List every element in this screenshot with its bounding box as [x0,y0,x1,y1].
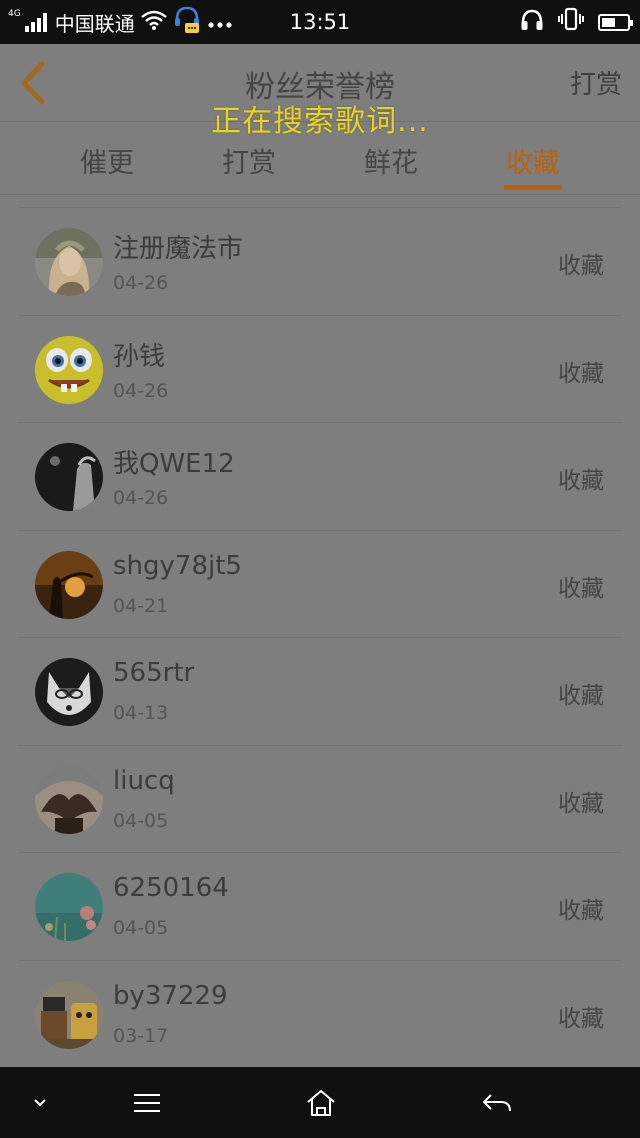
status-bar: 4G 中国联通 13:51 [0,0,640,44]
menu-icon [134,1093,160,1112]
avatar [35,980,103,1049]
favorite-label: 收藏 [558,575,604,602]
list-item[interactable]: 注册魔法市 04-26 收藏 [18,207,622,315]
status-left: 4G 中国联通 [0,5,233,40]
list-item[interactable]: shgy78jt5 04-21 收藏 [18,529,622,638]
user-date: 03-17 [113,1024,169,1047]
lyrics-search-toast: 正在搜索歌词... [211,104,429,139]
collapse-button[interactable] [20,1067,60,1138]
avatar [35,228,103,296]
user-date: 04-26 [113,272,169,294]
user-date: 04-21 [113,594,169,617]
more-dots-icon [207,10,233,34]
list-item[interactable]: 我QWE12 04-26 收藏 [18,422,622,530]
list-item[interactable]: by37229 03-17 收藏 [18,959,622,1068]
battery-icon [598,13,633,31]
tab-reward[interactable]: 打赏 [189,141,309,180]
status-right [520,7,640,38]
user-name: by37229 [113,980,228,1011]
home-button[interactable] [296,1067,346,1138]
back-nav-button[interactable] [472,1067,522,1138]
favorite-label: 收藏 [558,360,604,387]
list-item[interactable]: 6250164 04-05 收藏 [18,852,622,960]
network-type: 4G [8,8,21,19]
avatar [35,765,103,834]
list-item[interactable]: 孙钱 04-26 收藏 [18,314,622,423]
favorite-label: 收藏 [558,683,604,709]
favorite-label: 收藏 [558,790,604,817]
headset-assistant-icon [173,5,201,40]
user-name: 565rtr [113,658,195,688]
user-date: 04-26 [113,379,169,402]
back-arrow-icon [483,1093,511,1111]
vibrate-icon [558,7,584,38]
list-item[interactable]: liucq 04-05 收藏 [18,744,622,853]
user-date: 04-05 [113,917,169,939]
avatar [35,443,103,511]
user-name: 孙钱 [113,341,166,372]
user-date: 04-05 [113,809,169,832]
carrier-name: 中国联通 [54,11,135,36]
user-name: shgy78jt5 [113,550,242,581]
list-item[interactable]: 565rtr 04-13 收藏 [18,637,622,745]
wifi-icon [140,10,167,35]
user-date: 04-26 [113,487,169,509]
favorite-label: 收藏 [558,253,604,279]
avatar [35,873,103,941]
signal-icon [24,12,47,32]
user-name: liucq [113,765,175,796]
user-name: 6250164 [113,873,229,903]
favorite-label: 收藏 [558,1005,604,1032]
chevron-down-icon [34,1098,46,1106]
tab-urge[interactable]: 催更 [47,141,167,180]
menu-button[interactable] [122,1067,172,1138]
user-date: 04-13 [113,702,169,724]
favorite-label: 收藏 [558,898,604,924]
headphone-icon [520,8,544,37]
system-nav-bar [0,1067,640,1138]
avatar [35,335,103,404]
tab-favorites[interactable]: 收藏 [473,141,593,180]
user-name: 我QWE12 [113,449,235,479]
home-icon [307,1089,335,1116]
avatar [35,550,103,619]
avatar [35,658,103,726]
tab-flowers[interactable]: 鲜花 [331,141,451,180]
fan-list: 注册魔法市 04-26 收藏 孙钱 04-26 收藏 我QWE12 04-26 … [18,207,622,1067]
active-tab-indicator [504,185,562,190]
favorite-label: 收藏 [558,468,604,494]
user-name: 注册魔法市 [113,234,244,264]
